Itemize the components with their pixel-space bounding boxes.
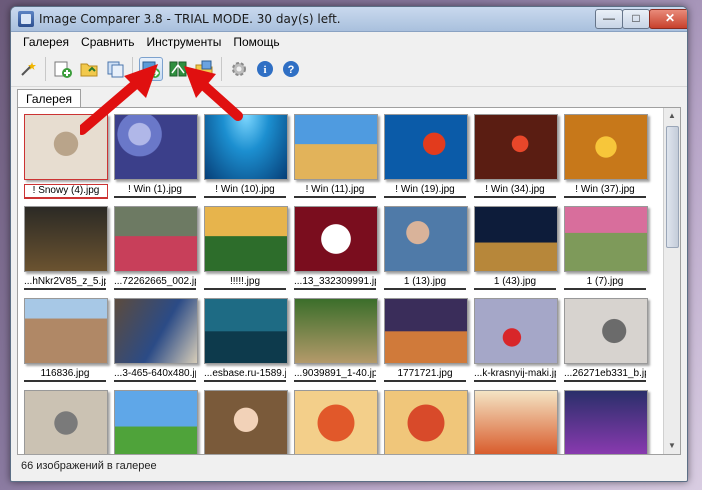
menu-bar: Галерея Сравнить Инструменты Помощь — [11, 32, 687, 52]
add-gallery-icon[interactable] — [52, 58, 74, 80]
svg-text:?: ? — [288, 64, 295, 76]
thumbnail-image[interactable] — [294, 206, 378, 272]
title-bar[interactable]: Image Comparer 3.8 - TRIAL MODE. 30 day(… — [11, 7, 687, 32]
thumbnail-image[interactable] — [24, 298, 108, 364]
thumbnail-item[interactable]: ...26271eb331_b.jpg — [562, 296, 648, 384]
thumbnail-item[interactable]: ...3-465-640x480.jpg — [112, 296, 198, 384]
thumbnail-image[interactable] — [24, 206, 108, 272]
thumbnail-image[interactable] — [204, 206, 288, 272]
thumbnail-item[interactable]: ...72262665_002.jpg — [112, 204, 198, 292]
thumbnail-caption: ...esbase.ru-1589.jpg — [204, 368, 286, 382]
thumbnail-item[interactable]: ! Win (19).jpg — [382, 112, 468, 200]
tab-gallery[interactable]: Галерея — [17, 89, 82, 108]
annotation-arrow-right — [184, 66, 243, 121]
thumbnail-image[interactable] — [384, 298, 468, 364]
thumbnail-caption: ...26271eb331_b.jpg — [564, 368, 646, 382]
menu-tools[interactable]: Инструменты — [141, 35, 228, 49]
thumbnail-caption: ...9039891_1-40.jpg — [294, 368, 376, 382]
thumbnail-item[interactable] — [562, 388, 648, 454]
thumbnail-caption: ...13_332309991.jpg — [294, 276, 376, 290]
thumbnail-caption: !!!!!.jpg — [204, 276, 286, 290]
thumbnail-image[interactable] — [114, 298, 198, 364]
annotation-arrow-left — [80, 64, 158, 135]
vertical-scrollbar[interactable]: ▲ ▼ — [663, 108, 680, 454]
thumbnail-caption: ! Win (11).jpg — [294, 184, 376, 198]
thumbnail-image[interactable] — [474, 298, 558, 364]
scroll-up-icon[interactable]: ▲ — [664, 108, 680, 124]
app-icon — [18, 11, 34, 27]
thumbnail-caption: ! Win (1).jpg — [114, 184, 196, 198]
thumbnail-item[interactable]: ...13_332309991.jpg — [292, 204, 378, 292]
menu-help[interactable]: Помощь — [227, 35, 285, 49]
thumbnail-image[interactable] — [564, 390, 648, 454]
thumbnail-item[interactable]: ...hNkr2V85_z_5.jpg — [22, 204, 108, 292]
thumbnail-image[interactable] — [564, 298, 648, 364]
thumbnail-item[interactable]: 116836.jpg — [22, 296, 108, 384]
thumbnail-image[interactable] — [384, 206, 468, 272]
thumbnail-caption: 1771721.jpg — [384, 368, 466, 382]
thumbnail-item[interactable]: ...9039891_1-40.jpg — [292, 296, 378, 384]
thumbnail-caption: ...72262665_002.jpg — [114, 276, 196, 290]
close-button[interactable]: ✕ — [649, 9, 687, 29]
info-icon[interactable]: i — [254, 58, 276, 80]
scroll-down-icon[interactable]: ▼ — [664, 438, 680, 454]
thumbnail-image[interactable] — [114, 390, 198, 454]
thumbnail-item[interactable]: 1 (13).jpg — [382, 204, 468, 292]
thumbnail-item[interactable]: ! Win (34).jpg — [472, 112, 558, 200]
thumbnail-image[interactable] — [564, 114, 648, 180]
thumbnail-item[interactable]: ...k-krasnyij-maki.jpg — [472, 296, 558, 384]
thumbnail-image[interactable] — [24, 390, 108, 454]
scrollbar-thumb[interactable] — [666, 126, 679, 248]
thumbnail-image[interactable] — [294, 298, 378, 364]
wand-icon[interactable] — [17, 58, 39, 80]
status-bar: 66 изображений в галерее — [21, 460, 157, 472]
thumbnail-caption: ...k-krasnyij-maki.jpg — [474, 368, 556, 382]
thumbnail-item[interactable] — [382, 388, 468, 454]
thumbnail-item[interactable]: ! Win (11).jpg — [292, 112, 378, 200]
thumbnail-item[interactable] — [112, 388, 198, 454]
thumbnail-caption: 116836.jpg — [24, 368, 106, 382]
help-icon[interactable]: ? — [280, 58, 302, 80]
gallery-view[interactable]: ! Snowy (4).jpg ! Win (1).jpg ! Win (10).j… — [17, 107, 681, 455]
thumbnail-caption: 1 (7).jpg — [564, 276, 646, 290]
thumbnail-image[interactable] — [474, 206, 558, 272]
thumbnail-caption: ! Win (37).jpg — [564, 184, 646, 198]
minimize-button[interactable]: — — [595, 9, 623, 29]
thumbnail-caption: ! Snowy (4).jpg — [24, 184, 108, 199]
thumbnail-image[interactable] — [114, 206, 198, 272]
maximize-button[interactable]: □ — [622, 9, 650, 29]
thumbnail-caption: 1 (13).jpg — [384, 276, 466, 290]
menu-gallery[interactable]: Галерея — [17, 35, 75, 49]
thumbnail-image[interactable] — [204, 390, 288, 454]
thumbnail-image[interactable] — [384, 390, 468, 454]
toolbar-separator — [45, 57, 46, 81]
thumbnail-caption: ! Win (10).jpg — [204, 184, 286, 198]
thumbnail-item[interactable]: 1 (7).jpg — [562, 204, 648, 292]
window-title: Image Comparer 3.8 - TRIAL MODE. 30 day(… — [39, 12, 341, 26]
thumbnail-item[interactable] — [202, 388, 288, 454]
thumbnail-item[interactable]: 1771721.jpg — [382, 296, 468, 384]
thumbnail-image[interactable] — [384, 114, 468, 180]
thumbnail-caption: 1 (43).jpg — [474, 276, 556, 290]
thumbnail-image[interactable] — [564, 206, 648, 272]
thumbnail-item[interactable] — [292, 388, 378, 454]
thumbnail-item[interactable] — [22, 388, 108, 454]
thumbnail-item[interactable]: ! Win (37).jpg — [562, 112, 648, 200]
thumbnail-item[interactable] — [472, 388, 558, 454]
thumbnail-image[interactable] — [294, 114, 378, 180]
thumbnail-item[interactable]: ...esbase.ru-1589.jpg — [202, 296, 288, 384]
thumbnail-caption: ! Win (19).jpg — [384, 184, 466, 198]
thumbnail-caption: ! Win (34).jpg — [474, 184, 556, 198]
thumbnail-caption: ...3-465-640x480.jpg — [114, 368, 196, 382]
thumbnail-image[interactable] — [474, 114, 558, 180]
svg-text:i: i — [263, 64, 266, 76]
menu-compare[interactable]: Сравнить — [75, 35, 140, 49]
thumbnail-image[interactable] — [204, 298, 288, 364]
thumbnail-image[interactable] — [294, 390, 378, 454]
thumbnail-image[interactable] — [474, 390, 558, 454]
thumbnail-item[interactable]: 1 (43).jpg — [472, 204, 558, 292]
thumbnail-caption: ...hNkr2V85_z_5.jpg — [24, 276, 106, 290]
thumbnail-item[interactable]: !!!!!.jpg — [202, 204, 288, 292]
